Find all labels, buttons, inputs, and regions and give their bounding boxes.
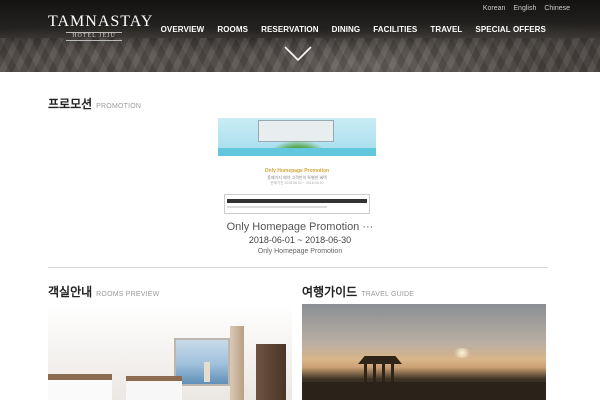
promotion-image-details <box>224 194 370 214</box>
nav-reservation[interactable]: RESERVATION <box>261 25 319 34</box>
chevron-down-icon[interactable] <box>283 44 313 64</box>
travel-title-en: TRAVEL GUIDE <box>361 291 415 298</box>
details-bar <box>227 199 367 203</box>
lang-korean[interactable]: Korean <box>483 5 506 12</box>
nav-special-offers[interactable]: SPECIAL OFFERS <box>475 25 546 34</box>
promotion-description: Only Homepage Promotion <box>257 248 343 255</box>
monitor-illustration <box>258 120 334 142</box>
site-header: TAMNASTAY HOTEL JEJU Korean English Chin… <box>0 0 600 72</box>
nav-overview[interactable]: OVERVIEW <box>161 25 205 34</box>
lang-chinese[interactable]: Chinese <box>544 5 570 12</box>
hotel-logo[interactable]: TAMNASTAY HOTEL JEJU <box>48 13 154 41</box>
promotion-dates: 2018-06-01 ~ 2018-06-30 <box>248 235 352 245</box>
travel-title-ko: 여행가이드 <box>302 285 358 299</box>
promotion-image-period: 판매기간 2018.06.01 ~ 2018.06.30 <box>270 181 324 185</box>
promotion-section-title: 프로모션 PROMOTION <box>48 95 141 113</box>
water-illustration <box>218 148 376 156</box>
language-switcher: Korean English Chinese <box>477 5 570 12</box>
pavilion-roof <box>358 356 402 364</box>
travel-section-title: 여행가이드 TRAVEL GUIDE <box>302 283 414 301</box>
rooms-title-ko: 객실안내 <box>48 285 93 299</box>
promotion-name-link[interactable]: Only Homepage Promotion ··· <box>0 221 600 233</box>
sunset-sun <box>452 348 472 358</box>
promotion-image-title: Only Homepage Promotion <box>264 168 330 174</box>
nav-dining[interactable]: DINING <box>332 25 361 34</box>
coast-ground <box>302 382 546 400</box>
promotion-title-en: PROMOTION <box>96 103 142 110</box>
room-shelf <box>256 344 286 400</box>
room-bed-left <box>48 374 112 400</box>
logo-subtitle: HOTEL JEJU <box>66 32 122 41</box>
pavilion-body <box>364 364 396 382</box>
logo-name: TAMNASTAY <box>48 13 154 30</box>
promotion-banner <box>218 118 376 156</box>
details-line <box>227 206 327 208</box>
section-divider <box>48 267 548 268</box>
rooms-section-title: 객실안내 ROOMS PREVIEW <box>48 283 159 301</box>
room-bed-right <box>126 376 182 400</box>
rooms-title-en: ROOMS PREVIEW <box>96 291 160 298</box>
lang-english[interactable]: English <box>513 5 536 12</box>
nav-travel[interactable]: TRAVEL <box>430 25 462 34</box>
room-curtain <box>230 326 244 400</box>
travel-guide-image[interactable] <box>302 304 546 400</box>
rooms-preview-image[interactable] <box>48 304 292 400</box>
nav-facilities[interactable]: FACILITIES <box>373 25 417 34</box>
nav-rooms[interactable]: ROOMS <box>217 25 248 34</box>
promotion-image[interactable]: Only Homepage Promotion 홈페이지 예약 고객만의 특별한… <box>218 118 376 214</box>
room-lamp <box>204 362 210 382</box>
room-window <box>174 338 230 386</box>
promotion-title-ko: 프로모션 <box>48 97 93 111</box>
main-nav: OVERVIEW ROOMS RESERVATION DINING FACILI… <box>148 25 546 34</box>
